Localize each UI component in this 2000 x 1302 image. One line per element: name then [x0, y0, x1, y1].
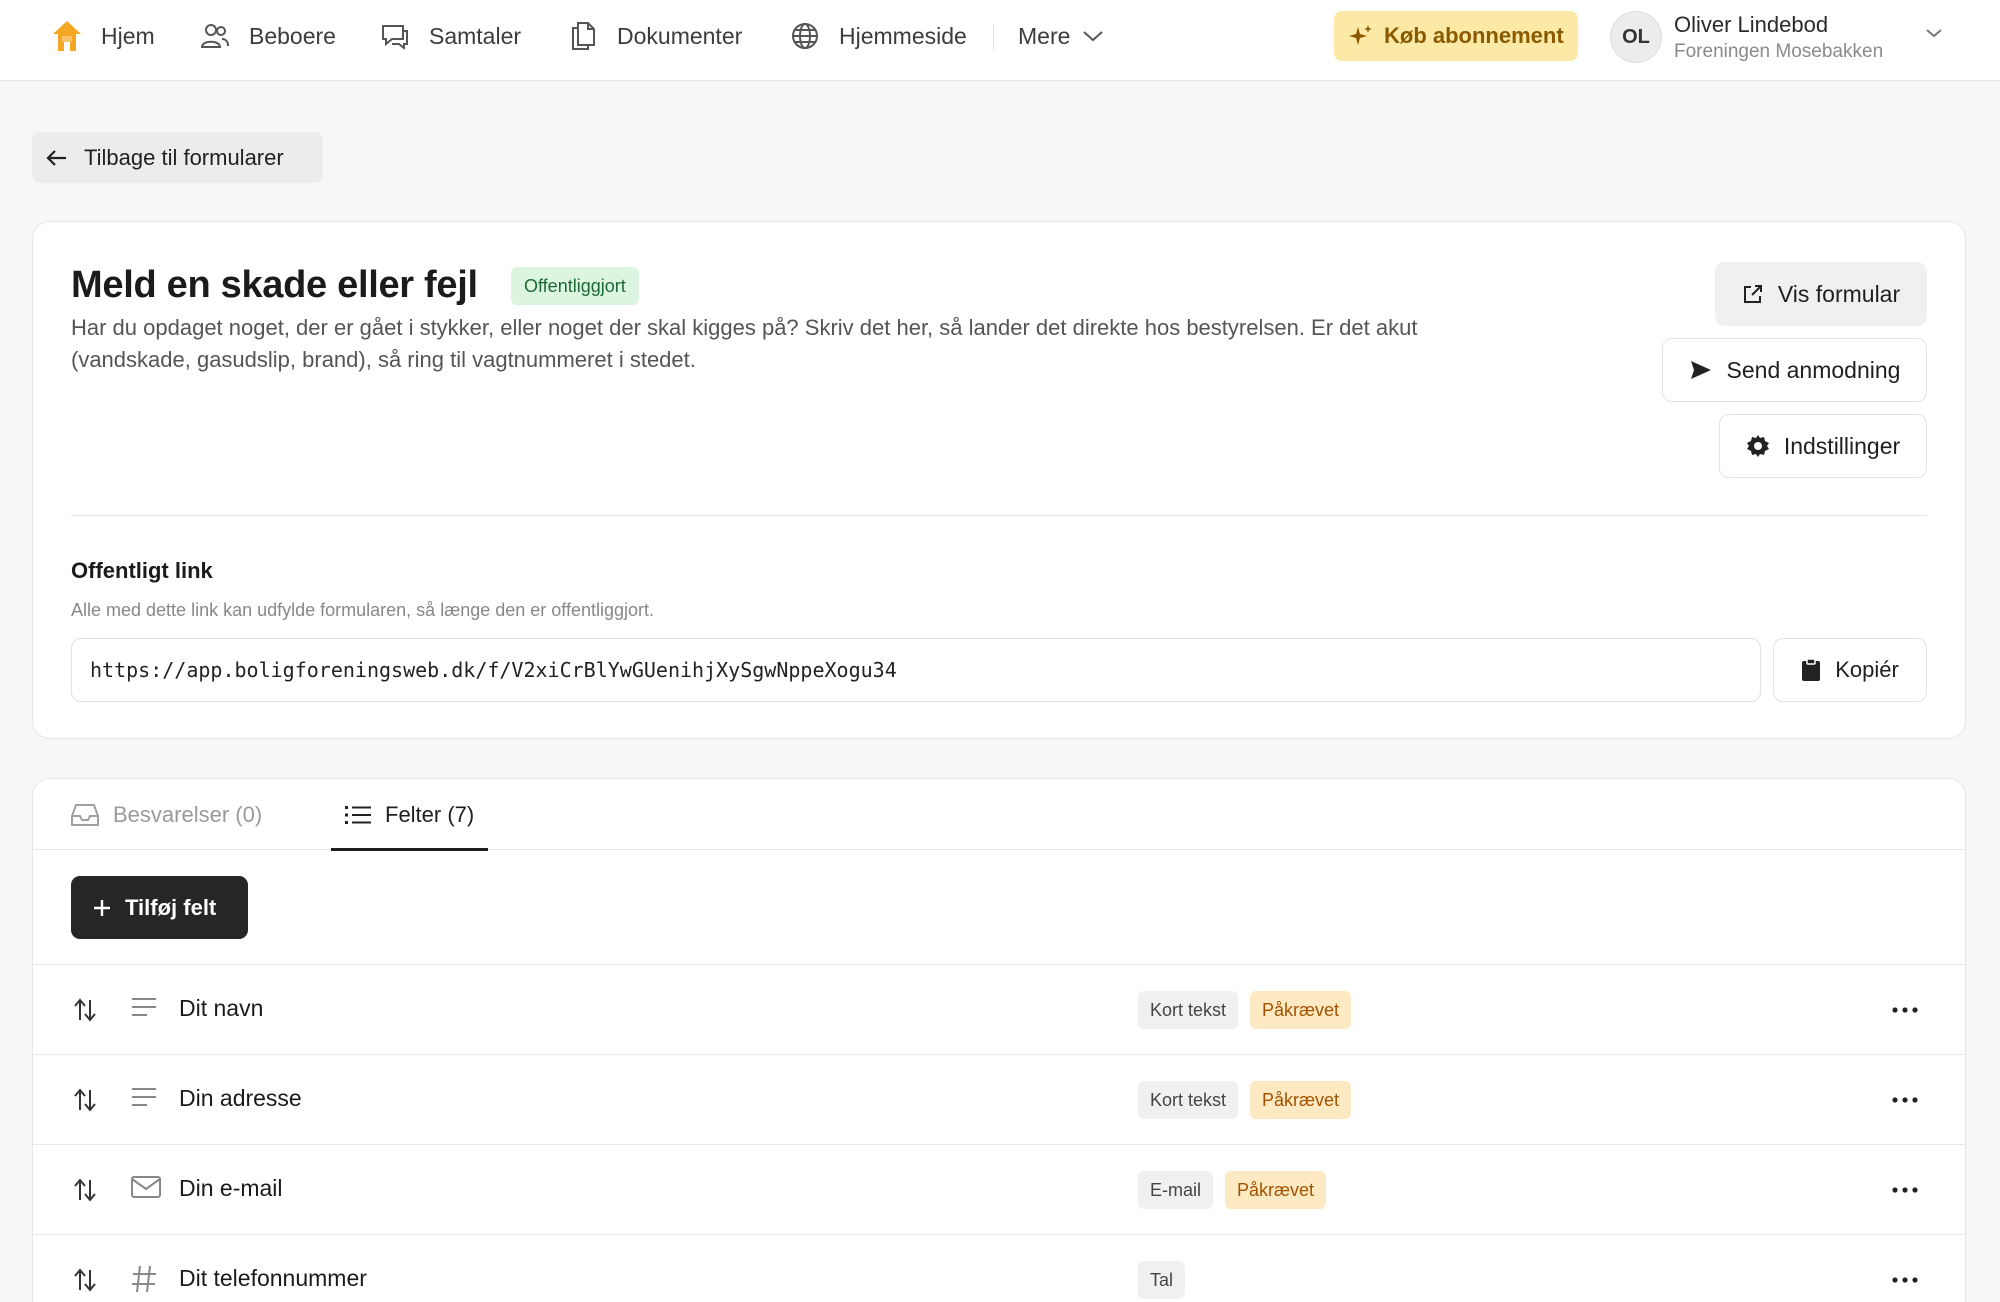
documents-icon	[568, 21, 598, 51]
field-label: Dit telefonnummer	[179, 1265, 367, 1291]
nav-more-menu[interactable]: Mere	[1018, 0, 1104, 72]
copy-link-button[interactable]: Kopiér	[1773, 638, 1927, 702]
settings-button[interactable]: Indstillinger	[1719, 414, 1927, 478]
nav-item-conversations[interactable]: Samtaler	[380, 0, 521, 72]
nav-item-residents[interactable]: Beboere	[200, 0, 336, 72]
mail-icon	[131, 1175, 161, 1199]
field-row[interactable]: Din e-mail E-mail Påkrævet	[33, 1145, 1965, 1235]
add-field-button[interactable]: Tilføj felt	[71, 876, 248, 939]
sparkles-icon	[1348, 23, 1374, 49]
required-badge: Påkrævet	[1250, 1081, 1352, 1119]
nav-item-label: Hjem	[101, 22, 155, 49]
reorder-handle-icon[interactable]	[73, 997, 97, 1023]
inbox-icon	[71, 803, 99, 827]
reorder-handle-icon[interactable]	[73, 1267, 97, 1293]
nav-item-website[interactable]: Hjemmeside	[790, 0, 967, 72]
tab-fields-label: Felter (7)	[385, 801, 475, 827]
view-form-label: Vis formular	[1777, 280, 1901, 307]
form-fields-card: Besvarelser (0) Felter (7) Tilføj felt D…	[32, 778, 1966, 1302]
clipboard-icon	[1801, 658, 1821, 682]
field-badges: Kort tekst Påkrævet	[1138, 1081, 1363, 1119]
field-type-badge: Kort tekst	[1138, 1081, 1239, 1119]
list-icon	[345, 805, 371, 825]
buy-subscription-label: Køb abonnement	[1384, 23, 1564, 48]
send-request-button[interactable]: Send anmodning	[1662, 338, 1927, 402]
user-organization: Foreningen Mosebakken	[1674, 41, 1884, 62]
add-field-label: Tilføj felt	[125, 894, 217, 920]
public-link-help-text: Alle med dette link kan udfylde formular…	[71, 600, 655, 620]
tab-bar: Besvarelser (0) Felter (7)	[33, 779, 1965, 851]
field-badges: E-mail Påkrævet	[1138, 1171, 1338, 1209]
external-link-icon	[1742, 283, 1764, 305]
nav-item-label: Dokumenter	[617, 22, 743, 49]
nav-item-label: Hjemmeside	[839, 22, 967, 49]
globe-icon	[790, 21, 820, 51]
field-row[interactable]: Dit telefonnummer Tal	[33, 1235, 1965, 1302]
tab-responses-label: Besvarelser (0)	[113, 801, 263, 827]
chevron-down-icon	[1082, 29, 1104, 43]
arrow-left-icon	[46, 149, 68, 167]
buy-subscription-button[interactable]: Køb abonnement	[1334, 11, 1578, 61]
chat-icon	[380, 21, 410, 51]
copy-link-label: Kopiér	[1835, 657, 1899, 682]
more-options-icon[interactable]	[1885, 1085, 1925, 1115]
nav-item-home[interactable]: Hjem	[52, 0, 155, 72]
page-title: Meld en skade eller fejl	[71, 264, 478, 306]
text-lines-icon	[131, 1085, 157, 1109]
hash-icon	[131, 1265, 157, 1293]
nav-item-documents[interactable]: Dokumenter	[568, 0, 742, 72]
required-badge: Påkrævet	[1225, 1171, 1327, 1209]
nav-more-label: Mere	[1018, 22, 1071, 49]
form-description: Har du opdaget noget, der er gået i styk…	[71, 315, 1418, 372]
public-link-heading: Offentligt link	[71, 558, 213, 583]
tab-responses[interactable]: Besvarelser (0)	[71, 779, 262, 850]
send-request-label: Send anmodning	[1726, 356, 1901, 383]
text-lines-icon	[131, 995, 157, 1019]
view-form-button[interactable]: Vis formular	[1715, 262, 1927, 326]
tab-fields[interactable]: Felter (7)	[331, 779, 489, 851]
field-label: Din adresse	[179, 1085, 302, 1111]
settings-label: Indstillinger	[1783, 432, 1901, 459]
send-icon	[1689, 359, 1713, 381]
field-label: Dit navn	[179, 995, 264, 1021]
more-options-icon[interactable]	[1885, 1175, 1925, 1205]
avatar[interactable]: OL	[1610, 11, 1662, 63]
plus-icon	[93, 899, 111, 917]
home-icon	[52, 21, 82, 51]
field-label: Din e-mail	[179, 1175, 283, 1201]
gear-icon	[1746, 434, 1770, 458]
reorder-handle-icon[interactable]	[73, 1087, 97, 1113]
users-icon	[200, 21, 230, 51]
form-overview-card: Meld en skade eller fejl Offentliggjort …	[32, 221, 1966, 739]
back-button-label: Tilbage til formularer	[84, 144, 284, 170]
status-badge: Offentliggjort	[511, 267, 639, 305]
field-row[interactable]: Dit navn Kort tekst Påkrævet	[33, 965, 1965, 1055]
more-options-icon[interactable]	[1885, 995, 1925, 1025]
field-type-badge: E-mail	[1138, 1171, 1214, 1209]
user-name: Oliver Lindebod	[1674, 12, 1829, 37]
nav-item-label: Samtaler	[429, 22, 522, 49]
reorder-handle-icon[interactable]	[73, 1177, 97, 1203]
field-row[interactable]: Din adresse Kort tekst Påkrævet	[33, 1055, 1965, 1145]
top-navigation: Hjem Beboere Samtaler Dokumenter Hjemmes…	[0, 0, 2000, 81]
more-options-icon[interactable]	[1885, 1265, 1925, 1295]
field-type-badge: Kort tekst	[1138, 991, 1239, 1029]
nav-divider	[993, 24, 994, 51]
user-menu-chevron-icon[interactable]	[1924, 26, 1944, 40]
public-link-field[interactable]	[71, 638, 1761, 702]
back-to-forms-button[interactable]: Tilbage til formularer	[32, 132, 323, 183]
required-badge: Påkrævet	[1250, 991, 1352, 1029]
nav-item-label: Beboere	[249, 22, 336, 49]
section-divider	[71, 515, 1927, 516]
field-badges: Kort tekst Påkrævet	[1138, 991, 1363, 1029]
field-badges: Tal	[1138, 1261, 1197, 1299]
field-type-badge: Tal	[1138, 1261, 1186, 1299]
